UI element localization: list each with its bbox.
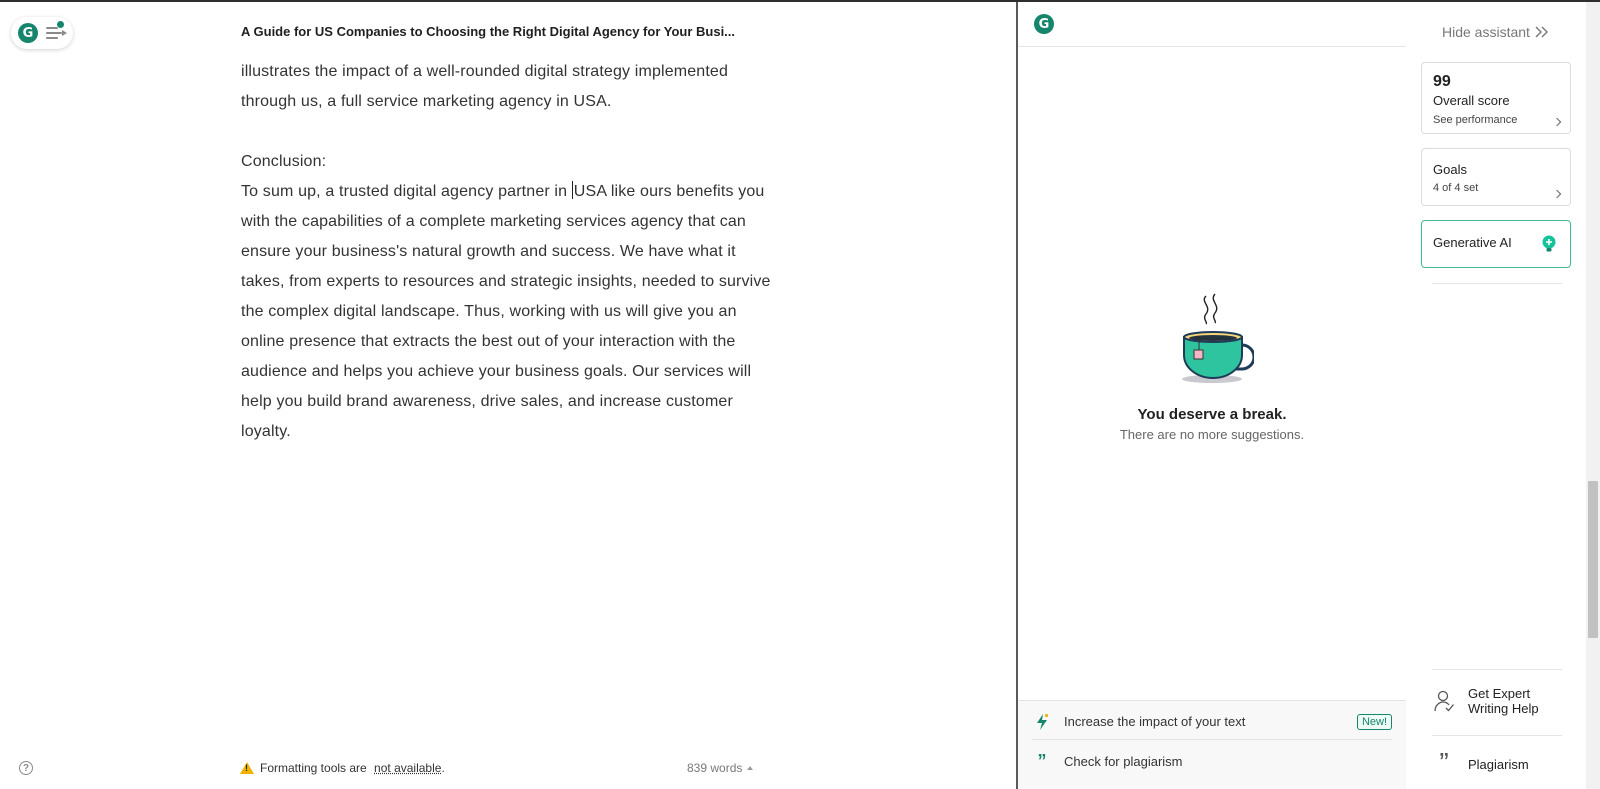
check-plagiarism-button[interactable]: ” Check for plagiarism	[1032, 743, 1392, 779]
assistant-panel: G You deserve a break. There are no more…	[1016, 2, 1406, 789]
goals-card[interactable]: Goals 4 of 4 set	[1421, 148, 1571, 206]
rail-divider	[1432, 735, 1562, 736]
grammarly-g-icon[interactable]: G	[1034, 14, 1054, 34]
assistant-header: G	[1018, 2, 1406, 47]
word-count-toggle[interactable]: 839 words	[687, 761, 754, 775]
text-after-caret[interactable]: USA like ours benefits you	[574, 183, 765, 200]
caret-up-icon	[747, 766, 754, 770]
body-line[interactable]: To sum up, a trusted digital agency part…	[241, 177, 801, 207]
grammarly-g-icon: G	[18, 23, 38, 43]
plagiarism-button[interactable]: ” Plagiarism	[1432, 747, 1572, 778]
empty-state-subtitle: There are no more suggestions.	[1119, 427, 1305, 442]
body-line[interactable]: ensure your business's natural growth an…	[241, 237, 801, 267]
formatting-notice: Formatting tools are not available.	[240, 761, 445, 775]
document-editor[interactable]: G A Guide for US Companies to Choosing t…	[0, 2, 1016, 789]
expert-label-line2: Writing Help	[1468, 701, 1539, 716]
expert-person-icon	[1432, 689, 1456, 713]
text-caret	[571, 181, 573, 199]
tea-cup-icon	[1182, 293, 1254, 383]
body-line[interactable]: loyalty.	[241, 417, 801, 447]
bulb-plus-icon	[1542, 235, 1556, 252]
scrollbar-thumb[interactable]	[1588, 481, 1598, 638]
body-line[interactable]: online presence that extracts the best o…	[241, 327, 801, 357]
word-count-label: 839 words	[687, 761, 743, 775]
chevron-right-icon	[1552, 189, 1562, 199]
body-line[interactable]: audience and helps you achieve your busi…	[241, 357, 801, 387]
overall-score-label: Overall score	[1433, 93, 1510, 108]
document-title[interactable]: A Guide for US Companies to Choosing the…	[241, 24, 761, 39]
grammarly-menu-button[interactable]: G	[11, 17, 73, 49]
help-circle-icon[interactable]: ?	[19, 761, 33, 775]
expert-writing-help-label: Get Expert Writing Help	[1468, 686, 1539, 716]
body-line[interactable]: the complex digital landscape. Thus, wor…	[241, 297, 801, 327]
hide-assistant-label: Hide assistant	[1442, 24, 1530, 40]
expert-label-line1: Get Expert	[1468, 686, 1531, 701]
quote-icon: ”	[1439, 747, 1449, 778]
warning-triangle-icon	[240, 762, 254, 774]
formatting-notice-link[interactable]: not available	[374, 761, 441, 775]
body-line[interactable]: through us, a full service marketing age…	[241, 87, 801, 117]
body-line[interactable]: help you build brand awareness, drive sa…	[241, 387, 801, 417]
goals-status: 4 of 4 set	[1433, 182, 1479, 194]
assistant-footer: Increase the impact of your text New! ” …	[1018, 700, 1406, 789]
formatting-notice-text: Formatting tools are	[260, 761, 371, 775]
generative-ai-label: Generative AI	[1433, 235, 1512, 250]
conclusion-heading[interactable]: Conclusion:	[241, 147, 801, 177]
quote-icon: ”	[1037, 751, 1047, 771]
check-plagiarism-label: Check for plagiarism	[1064, 753, 1183, 769]
formatting-notice-period: .	[441, 761, 445, 775]
increase-impact-button[interactable]: Increase the impact of your text New!	[1032, 704, 1392, 740]
overall-score-value: 99	[1433, 73, 1451, 90]
page-scrollbar[interactable]	[1586, 2, 1600, 789]
menu-icon	[46, 21, 67, 40]
body-line[interactable]: illustrates the impact of a well-rounded…	[241, 57, 801, 87]
increase-impact-label: Increase the impact of your text	[1064, 714, 1246, 729]
rail-divider	[1432, 669, 1562, 670]
empty-state-title: You deserve a break.	[1137, 406, 1287, 423]
body-line[interactable]: with the capabilities of a complete mark…	[241, 207, 801, 237]
empty-state: You deserve a break. There are no more s…	[1018, 292, 1406, 442]
goals-label: Goals	[1433, 162, 1467, 177]
expert-writing-help-button[interactable]: Get Expert Writing Help	[1432, 686, 1572, 716]
text-before-caret[interactable]: To sum up, a trusted digital agency part…	[241, 183, 572, 200]
plagiarism-label: Plagiarism	[1468, 756, 1529, 772]
body-line[interactable]: takes, from experts to resources and str…	[241, 267, 801, 297]
document-body[interactable]: illustrates the impact of a well-rounded…	[241, 57, 801, 447]
rail-divider	[1432, 283, 1562, 284]
new-badge: New!	[1356, 713, 1392, 730]
overall-score-card[interactable]: 99 Overall score See performance	[1421, 62, 1571, 134]
hide-assistant-button[interactable]: Hide assistant	[1442, 24, 1550, 40]
see-performance-link[interactable]: See performance	[1433, 114, 1559, 126]
lightning-icon	[1032, 713, 1052, 731]
double-chevron-right-icon	[1535, 26, 1548, 38]
generative-ai-button[interactable]: Generative AI	[1421, 220, 1571, 268]
assistant-rail: Hide assistant 99 Overall score See perf…	[1406, 2, 1586, 789]
